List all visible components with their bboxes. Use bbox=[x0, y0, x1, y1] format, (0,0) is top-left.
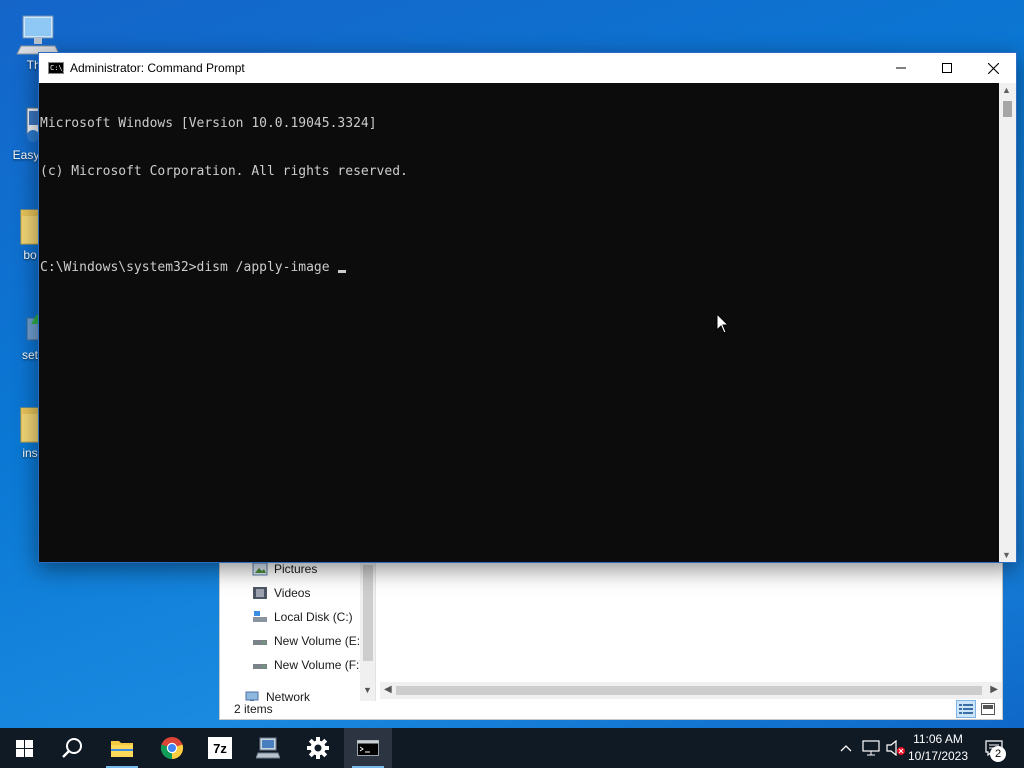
file-explorer-window: Pictures Videos Local Disk (C:) New Volu… bbox=[219, 560, 1003, 720]
disk-icon bbox=[253, 611, 267, 622]
clock-time: 11:06 AM bbox=[913, 732, 963, 746]
taskbar-chrome[interactable] bbox=[148, 728, 196, 768]
nav-item-label: Videos bbox=[274, 586, 311, 600]
nav-item-new-volume-f[interactable]: New Volume (F:) bbox=[252, 655, 363, 675]
clock[interactable]: 11:06 AM 10/17/2023 bbox=[906, 731, 970, 765]
nav-scrollbar[interactable]: ▼ bbox=[360, 561, 375, 701]
terminal-icon bbox=[357, 740, 379, 756]
7zip-icon: 7z bbox=[208, 737, 232, 759]
scrollbar-thumb[interactable] bbox=[363, 565, 373, 661]
windows-logo-icon bbox=[15, 739, 33, 757]
chevron-down-icon[interactable]: ▼ bbox=[1002, 550, 1011, 560]
taskbar-settings[interactable] bbox=[294, 728, 342, 768]
nav-item-videos[interactable]: Videos bbox=[252, 583, 310, 603]
scrollbar-thumb[interactable] bbox=[1003, 101, 1012, 117]
maximize-button[interactable] bbox=[924, 53, 970, 83]
window-controls bbox=[878, 53, 1016, 83]
drive-icon bbox=[253, 664, 267, 669]
horizontal-scrollbar[interactable]: ◀ ▶ bbox=[380, 682, 1002, 699]
volume-tray-button[interactable] bbox=[884, 728, 908, 768]
console-line: (c) Microsoft Corporation. All rights re… bbox=[40, 164, 408, 179]
terminal-icon: C:\_ bbox=[48, 62, 67, 74]
close-icon bbox=[987, 62, 999, 74]
show-hidden-icons-button[interactable] bbox=[836, 728, 856, 768]
taskbar-7zip[interactable]: 7z bbox=[196, 728, 244, 768]
folder-icon bbox=[111, 741, 133, 757]
start-button[interactable] bbox=[0, 728, 48, 768]
gear-icon bbox=[307, 737, 329, 759]
chevron-up-icon bbox=[840, 745, 852, 752]
pictures-icon bbox=[252, 562, 268, 576]
chevron-left-icon[interactable]: ◀ bbox=[384, 684, 392, 695]
nav-item-label: New Volume (E:) bbox=[274, 634, 365, 648]
scrollbar-thumb[interactable] bbox=[396, 686, 982, 695]
videos-icon bbox=[253, 587, 267, 599]
nav-item-pictures[interactable]: Pictures bbox=[252, 561, 317, 579]
taskbar-command-prompt[interactable] bbox=[344, 728, 392, 768]
minimize-icon bbox=[896, 67, 906, 69]
volume-muted-icon bbox=[886, 740, 905, 756]
chevron-right-icon[interactable]: ▶ bbox=[990, 684, 998, 695]
taskbar-network-tool[interactable] bbox=[244, 728, 292, 768]
nav-item-label: New Volume (F:) bbox=[274, 658, 364, 672]
computer-icon bbox=[256, 737, 280, 759]
command-prompt-window[interactable]: C:\_ Administrator: Command Prompt Micro… bbox=[38, 52, 1017, 563]
content-pane[interactable] bbox=[377, 561, 1002, 701]
command-text: C:\Windows\system32>dism /apply-image bbox=[40, 260, 338, 275]
nav-item-label: Pictures bbox=[274, 562, 318, 576]
text-cursor bbox=[338, 270, 347, 273]
taskbar: 7z 11:06 AM 10/17/2023 2 bbox=[0, 728, 1024, 768]
details-view-icon bbox=[959, 704, 973, 714]
item-count: 2 items bbox=[234, 702, 273, 716]
search-icon bbox=[62, 738, 82, 758]
mouse-pointer-icon bbox=[716, 313, 730, 334]
console-output[interactable]: Microsoft Windows [Version 10.0.19045.33… bbox=[39, 83, 999, 562]
console-line: Microsoft Windows [Version 10.0.19045.33… bbox=[40, 116, 377, 131]
details-view-button[interactable] bbox=[956, 700, 976, 718]
command-input-line[interactable]: C:\Windows\system32>dism /apply-image bbox=[40, 260, 999, 276]
nav-item-new-volume-e[interactable]: New Volume (E:) bbox=[252, 631, 364, 651]
close-button[interactable] bbox=[970, 53, 1016, 83]
window-title: Administrator: Command Prompt bbox=[70, 61, 245, 75]
chevron-down-icon[interactable]: ▼ bbox=[363, 685, 372, 695]
chrome-icon bbox=[160, 737, 184, 760]
view-switcher bbox=[956, 700, 998, 718]
chevron-up-icon[interactable]: ▲ bbox=[1002, 85, 1011, 95]
minimize-button[interactable] bbox=[878, 53, 924, 83]
navigation-pane: Pictures Videos Local Disk (C:) New Volu… bbox=[220, 561, 376, 701]
console-scrollbar[interactable]: ▲ ▼ bbox=[999, 83, 1016, 562]
taskbar-file-explorer[interactable] bbox=[98, 728, 146, 768]
network-tray-button[interactable] bbox=[860, 728, 882, 768]
monitor-icon bbox=[16, 15, 60, 55]
action-center-button[interactable]: 2 bbox=[976, 728, 1012, 768]
drive-icon bbox=[253, 640, 267, 645]
clock-date: 10/17/2023 bbox=[907, 749, 969, 763]
nav-item-local-disk-c[interactable]: Local Disk (C:) bbox=[252, 607, 353, 627]
large-icons-view-icon bbox=[981, 703, 995, 715]
search-button[interactable] bbox=[48, 728, 96, 768]
7zip-label: 7z bbox=[213, 740, 227, 756]
notification-badge: 2 bbox=[990, 746, 1006, 762]
maximize-icon bbox=[942, 63, 952, 73]
nav-item-label: Local Disk (C:) bbox=[274, 610, 353, 624]
status-bar: 2 items bbox=[220, 699, 1002, 719]
large-icons-view-button[interactable] bbox=[978, 700, 998, 718]
title-bar[interactable]: C:\_ Administrator: Command Prompt bbox=[39, 53, 1016, 83]
network-icon bbox=[862, 740, 880, 756]
